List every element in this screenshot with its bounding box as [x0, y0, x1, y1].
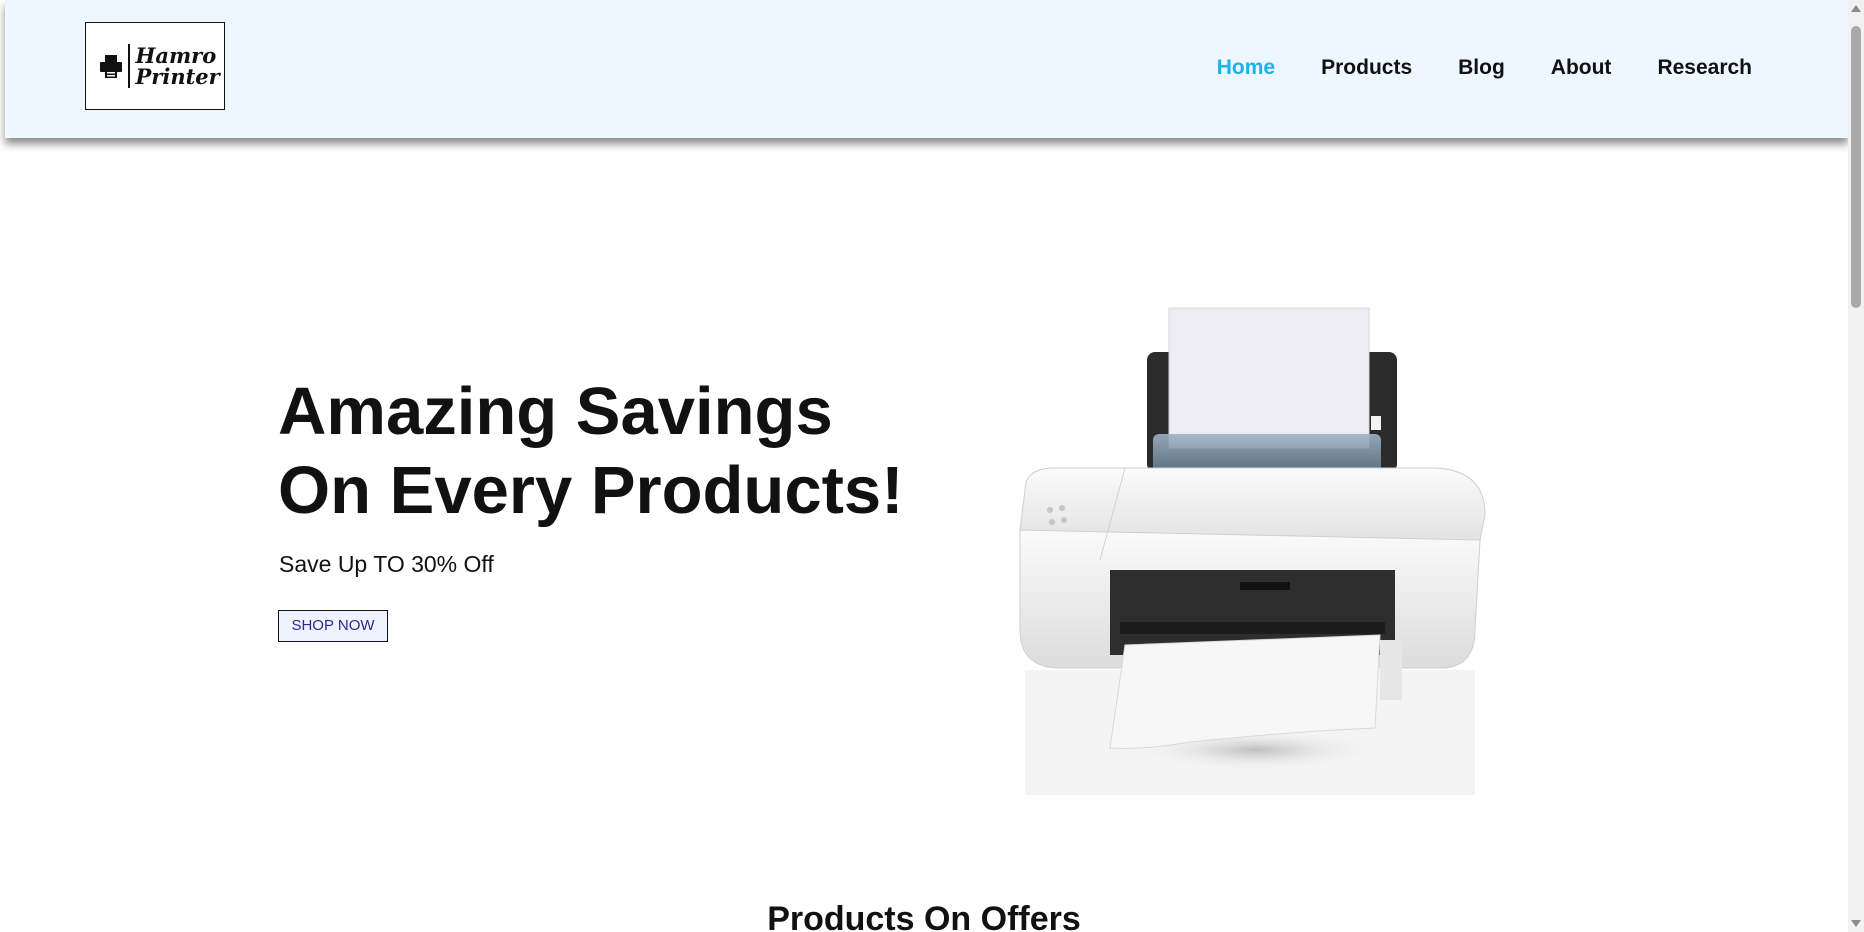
- hero-title-line-2: On Every Products!: [278, 453, 904, 528]
- main-nav: Home Products Blog About Research: [1171, 56, 1752, 80]
- nav-blog[interactable]: Blog: [1458, 56, 1505, 80]
- nav-products[interactable]: Products: [1321, 56, 1412, 80]
- page: Hamro Printer Home Products Blog About R…: [0, 0, 1848, 932]
- hero-title: Amazing Savings On Every Products!: [278, 372, 904, 530]
- site-logo[interactable]: Hamro Printer: [85, 22, 225, 110]
- hero-title-line-1: Amazing Savings: [278, 374, 833, 449]
- section-title-products-on-offers: Products On Offers: [767, 900, 1081, 932]
- scroll-up-arrow-icon[interactable]: [1851, 5, 1861, 12]
- vertical-scrollbar[interactable]: [1848, 0, 1864, 932]
- printer-product-image: [1019, 307, 1486, 795]
- logo-text: Hamro Printer: [136, 45, 220, 87]
- nav-research[interactable]: Research: [1657, 56, 1752, 80]
- scrollbar-thumb[interactable]: [1851, 26, 1861, 308]
- nav-about[interactable]: About: [1551, 56, 1612, 80]
- logo-divider: [128, 44, 130, 88]
- hero-subtitle: Save Up TO 30% Off: [279, 551, 494, 577]
- logo-line-2: Printer: [135, 64, 220, 89]
- shop-now-button[interactable]: SHOP NOW: [278, 610, 388, 642]
- nav-home[interactable]: Home: [1217, 56, 1275, 80]
- logo-line-1: Hamro: [135, 43, 217, 68]
- printer-icon: [100, 55, 122, 78]
- site-header: Hamro Printer Home Products Blog About R…: [5, 0, 1848, 138]
- scroll-down-arrow-icon[interactable]: [1851, 920, 1861, 927]
